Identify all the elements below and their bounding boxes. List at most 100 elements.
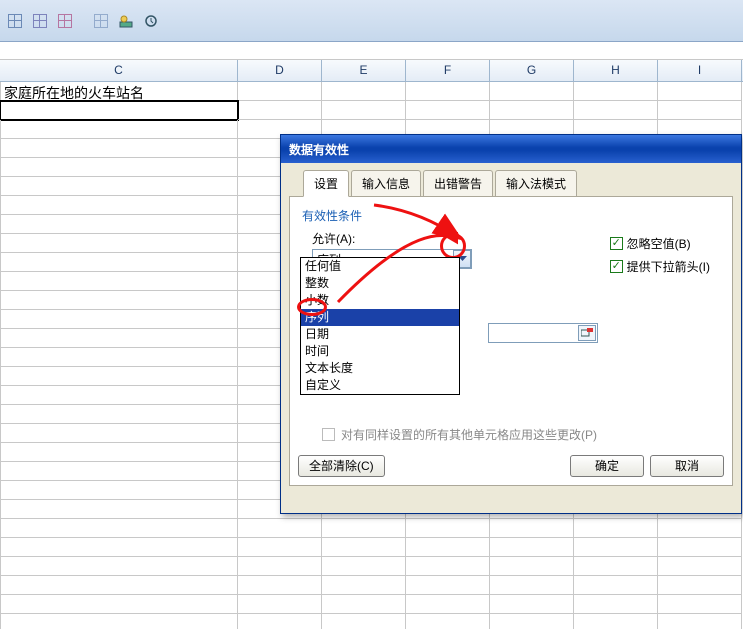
cell[interactable] <box>658 101 742 120</box>
cell[interactable] <box>322 82 406 101</box>
cell[interactable] <box>0 196 238 215</box>
cell[interactable] <box>658 576 742 595</box>
dropdown-option[interactable]: 序列 <box>301 309 459 326</box>
cell[interactable] <box>574 595 658 614</box>
column-header-H[interactable]: H <box>574 60 658 81</box>
toolbar-icon-4[interactable] <box>90 10 112 32</box>
cell[interactable] <box>490 595 574 614</box>
cell[interactable] <box>0 272 238 291</box>
cell[interactable] <box>490 82 574 101</box>
cell[interactable] <box>0 101 238 120</box>
dropdown-option[interactable]: 整数 <box>301 275 459 292</box>
cell[interactable] <box>406 538 490 557</box>
cell[interactable] <box>238 614 322 629</box>
cell[interactable] <box>490 101 574 120</box>
cell[interactable] <box>490 557 574 576</box>
cell[interactable] <box>0 500 238 519</box>
cell[interactable] <box>238 595 322 614</box>
cell[interactable] <box>406 519 490 538</box>
cell[interactable] <box>0 367 238 386</box>
cell[interactable] <box>238 576 322 595</box>
cell[interactable] <box>658 82 742 101</box>
apply-all-checkbox[interactable] <box>322 428 335 441</box>
cell[interactable] <box>406 82 490 101</box>
cell[interactable] <box>574 614 658 629</box>
cell[interactable] <box>0 120 238 139</box>
cell[interactable] <box>0 557 238 576</box>
cell[interactable] <box>574 576 658 595</box>
cell[interactable] <box>0 443 238 462</box>
cell[interactable] <box>658 614 742 629</box>
cell[interactable] <box>0 462 238 481</box>
column-header-G[interactable]: G <box>490 60 574 81</box>
cell[interactable] <box>490 519 574 538</box>
cell[interactable] <box>406 595 490 614</box>
cell[interactable] <box>0 215 238 234</box>
column-header-D[interactable]: D <box>238 60 322 81</box>
cell[interactable] <box>238 557 322 576</box>
cell[interactable] <box>0 386 238 405</box>
cell[interactable] <box>0 291 238 310</box>
ok-button[interactable]: 确定 <box>570 455 644 477</box>
ignore-blank-checkbox[interactable]: ✓ 忽略空值(B) <box>610 235 710 252</box>
cell[interactable] <box>658 557 742 576</box>
toolbar-icon-3[interactable] <box>54 10 76 32</box>
column-header-E[interactable]: E <box>322 60 406 81</box>
range-picker-button[interactable] <box>578 325 596 341</box>
cell[interactable] <box>0 329 238 348</box>
cell[interactable] <box>0 234 238 253</box>
cell[interactable]: 家庭所在地的火车站名 <box>0 82 238 101</box>
cell[interactable] <box>658 519 742 538</box>
cell[interactable] <box>574 519 658 538</box>
cell[interactable] <box>0 538 238 557</box>
source-input[interactable] <box>488 323 598 343</box>
cell[interactable] <box>0 158 238 177</box>
cell[interactable] <box>574 82 658 101</box>
dropdown-option[interactable]: 小数 <box>301 292 459 309</box>
tab-1[interactable]: 输入信息 <box>351 170 421 197</box>
cell[interactable] <box>490 576 574 595</box>
cell[interactable] <box>406 576 490 595</box>
allow-dropdown-list[interactable]: 任何值整数小数序列日期时间文本长度自定义 <box>300 257 460 395</box>
cell[interactable] <box>322 519 406 538</box>
cell[interactable] <box>574 557 658 576</box>
column-header-C[interactable]: C <box>0 60 238 81</box>
cell[interactable] <box>322 538 406 557</box>
dropdown-option[interactable]: 任何值 <box>301 258 459 275</box>
cell[interactable] <box>238 538 322 557</box>
cell[interactable] <box>0 253 238 272</box>
cell[interactable] <box>322 595 406 614</box>
cell[interactable] <box>238 519 322 538</box>
toolbar-icon-1[interactable] <box>4 10 26 32</box>
cell[interactable] <box>574 538 658 557</box>
dialog-title-bar[interactable]: 数据有效性 <box>281 135 741 163</box>
column-header-I[interactable]: I <box>658 60 742 81</box>
cell[interactable] <box>0 310 238 329</box>
tab-2[interactable]: 出错警告 <box>423 170 493 197</box>
cell[interactable] <box>0 614 238 629</box>
cell[interactable] <box>658 595 742 614</box>
cell[interactable] <box>322 101 406 120</box>
cell[interactable] <box>490 614 574 629</box>
cell[interactable] <box>0 348 238 367</box>
toolbar-icon-6[interactable] <box>140 10 162 32</box>
dropdown-option[interactable]: 文本长度 <box>301 360 459 377</box>
tab-3[interactable]: 输入法模式 <box>495 170 577 197</box>
toolbar-icon-2[interactable] <box>29 10 51 32</box>
cell[interactable] <box>322 576 406 595</box>
cell[interactable] <box>0 519 238 538</box>
cell[interactable] <box>574 101 658 120</box>
cell[interactable] <box>406 557 490 576</box>
cell[interactable] <box>0 576 238 595</box>
cell[interactable] <box>0 595 238 614</box>
cell[interactable] <box>490 538 574 557</box>
cell[interactable] <box>238 101 322 120</box>
cell[interactable] <box>658 538 742 557</box>
cell[interactable] <box>0 481 238 500</box>
column-header-F[interactable]: F <box>406 60 490 81</box>
cancel-button[interactable]: 取消 <box>650 455 724 477</box>
provide-dropdown-checkbox[interactable]: ✓ 提供下拉箭头(I) <box>610 258 710 275</box>
dropdown-option[interactable]: 时间 <box>301 343 459 360</box>
cell[interactable] <box>406 614 490 629</box>
dropdown-option[interactable]: 自定义 <box>301 377 459 394</box>
